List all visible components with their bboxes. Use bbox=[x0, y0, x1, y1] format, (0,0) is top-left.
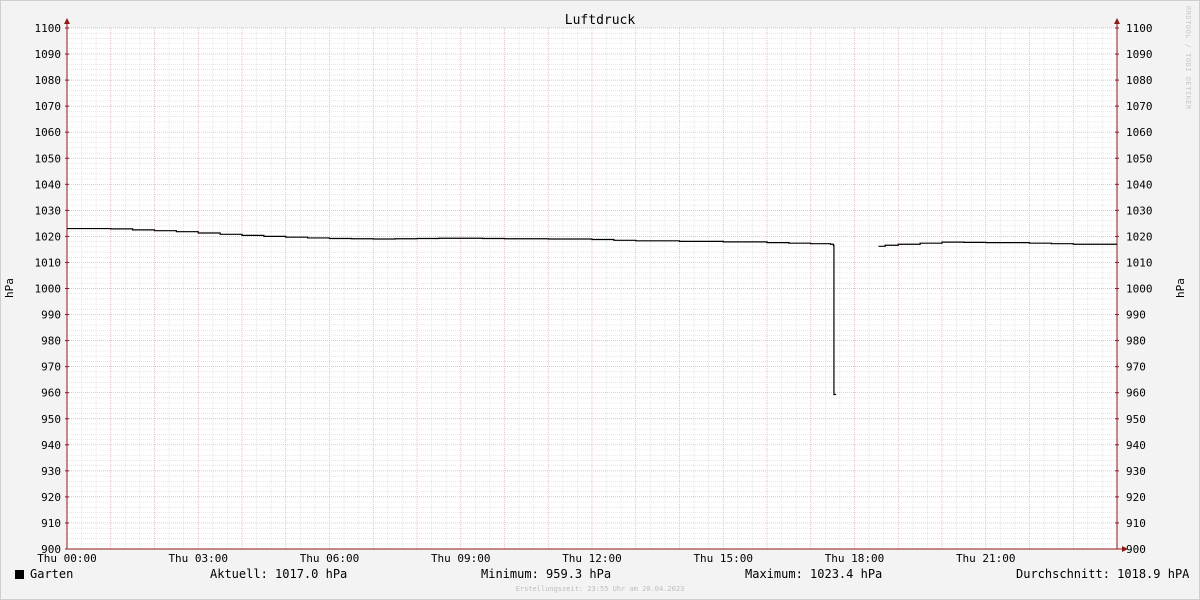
y-tick-label-right: 1070 bbox=[1126, 100, 1153, 113]
y-axis-label-right: hPa bbox=[1174, 278, 1187, 298]
y-tick-label-left: 1040 bbox=[35, 178, 62, 191]
x-tick-label: Thu 06:00 bbox=[300, 552, 360, 565]
y-tick-label-right: 1080 bbox=[1126, 74, 1153, 87]
y-tick-label-right: 1060 bbox=[1126, 126, 1153, 139]
legend-label-garten: Garten bbox=[30, 567, 74, 581]
legend: Garten Aktuell: 1017.0 hPa Minimum: 959.… bbox=[0, 567, 1200, 583]
stat-maximum: Maximum: 1023.4 hPa bbox=[745, 567, 883, 581]
plot-area: 900 900910 910920 920930 930940 940950 950960 9… bbox=[35, 18, 1153, 565]
x-tick-label: Thu 18:00 bbox=[825, 552, 885, 565]
y-tick-label-right: 1030 bbox=[1126, 204, 1153, 217]
y-tick-label-left: 910 bbox=[41, 517, 61, 530]
y-tick-label-left: 1070 bbox=[35, 100, 62, 113]
stat-current: Aktuell: 1017.0 hPa bbox=[210, 567, 348, 581]
y-tick-label-left: 970 bbox=[41, 361, 61, 374]
y-tick-label-right: 920 bbox=[1126, 491, 1146, 504]
y-tick-label-right: 1040 bbox=[1126, 178, 1153, 191]
y-axis-right-arrow bbox=[1114, 18, 1120, 24]
y-tick-label-right: 1090 bbox=[1126, 48, 1153, 61]
y-tick-label-left: 920 bbox=[41, 491, 61, 504]
x-tick-label: Thu 12:00 bbox=[562, 552, 622, 565]
y-tick-label-left: 1010 bbox=[35, 256, 62, 269]
creation-time-footer: Erstellungszeit: 23:55 Uhr am 20.04.2023 bbox=[515, 585, 685, 593]
chart-title: Luftdruck bbox=[565, 13, 636, 28]
y-tick-label-right: 1000 bbox=[1126, 283, 1153, 296]
pressure-chart: Luftdruck hPa hPa 900 900910 910920 920930 9… bbox=[3, 13, 1187, 565]
stat-average: Durchschnitt: 1018.9 hPA bbox=[1016, 567, 1190, 581]
y-tick-label-left: 1050 bbox=[35, 152, 62, 165]
y-tick-label-left: 1000 bbox=[35, 283, 62, 296]
y-tick-label-right: 1020 bbox=[1126, 230, 1153, 243]
y-tick-label-right: 930 bbox=[1126, 465, 1146, 478]
y-tick-label-left: 990 bbox=[41, 309, 61, 322]
x-tick-label: Thu 15:00 bbox=[693, 552, 753, 565]
y-tick-label-left: 1060 bbox=[35, 126, 62, 139]
y-tick-label-right: 950 bbox=[1126, 413, 1146, 426]
legend-swatch-garten bbox=[15, 570, 24, 579]
y-tick-label-right: 990 bbox=[1126, 309, 1146, 322]
y-tick-label-right: 980 bbox=[1126, 335, 1146, 348]
y-tick-label-left: 950 bbox=[41, 413, 61, 426]
y-tick-label-left: 1020 bbox=[35, 230, 62, 243]
y-tick-label-left: 940 bbox=[41, 439, 61, 452]
x-tick-label: Thu 00:00 bbox=[37, 552, 97, 565]
watermark: RRDTOOL / TOBI OETIKER bbox=[1184, 6, 1192, 110]
stat-minimum: Minimum: 959.3 hPa bbox=[481, 567, 612, 581]
y-tick-label-left: 930 bbox=[41, 465, 61, 478]
y-tick-label-right: 970 bbox=[1126, 361, 1146, 374]
y-tick-label-left: 960 bbox=[41, 387, 61, 400]
y-tick-label-right: 940 bbox=[1126, 439, 1146, 452]
y-tick-label-left: 980 bbox=[41, 335, 61, 348]
y-tick-label-right: 960 bbox=[1126, 387, 1146, 400]
y-tick-label-left: 1030 bbox=[35, 204, 62, 217]
y-axis-label-left: hPa bbox=[3, 278, 16, 298]
x-tick-label: Thu 09:00 bbox=[431, 552, 491, 565]
y-tick-label-right: 910 bbox=[1126, 517, 1146, 530]
y-tick-label-right: 900 bbox=[1126, 543, 1146, 556]
y-tick-label-left: 1100 bbox=[35, 22, 62, 35]
x-tick-label: Thu 21:00 bbox=[956, 552, 1016, 565]
y-tick-label-left: 1080 bbox=[35, 74, 62, 87]
y-tick-label-right: 1010 bbox=[1126, 256, 1153, 269]
y-tick-label-right: 1100 bbox=[1126, 22, 1153, 35]
y-axis-left-arrow bbox=[64, 18, 70, 24]
x-tick-label: Thu 03:00 bbox=[168, 552, 228, 565]
y-tick-label-left: 1090 bbox=[35, 48, 62, 61]
y-tick-label-right: 1050 bbox=[1126, 152, 1153, 165]
